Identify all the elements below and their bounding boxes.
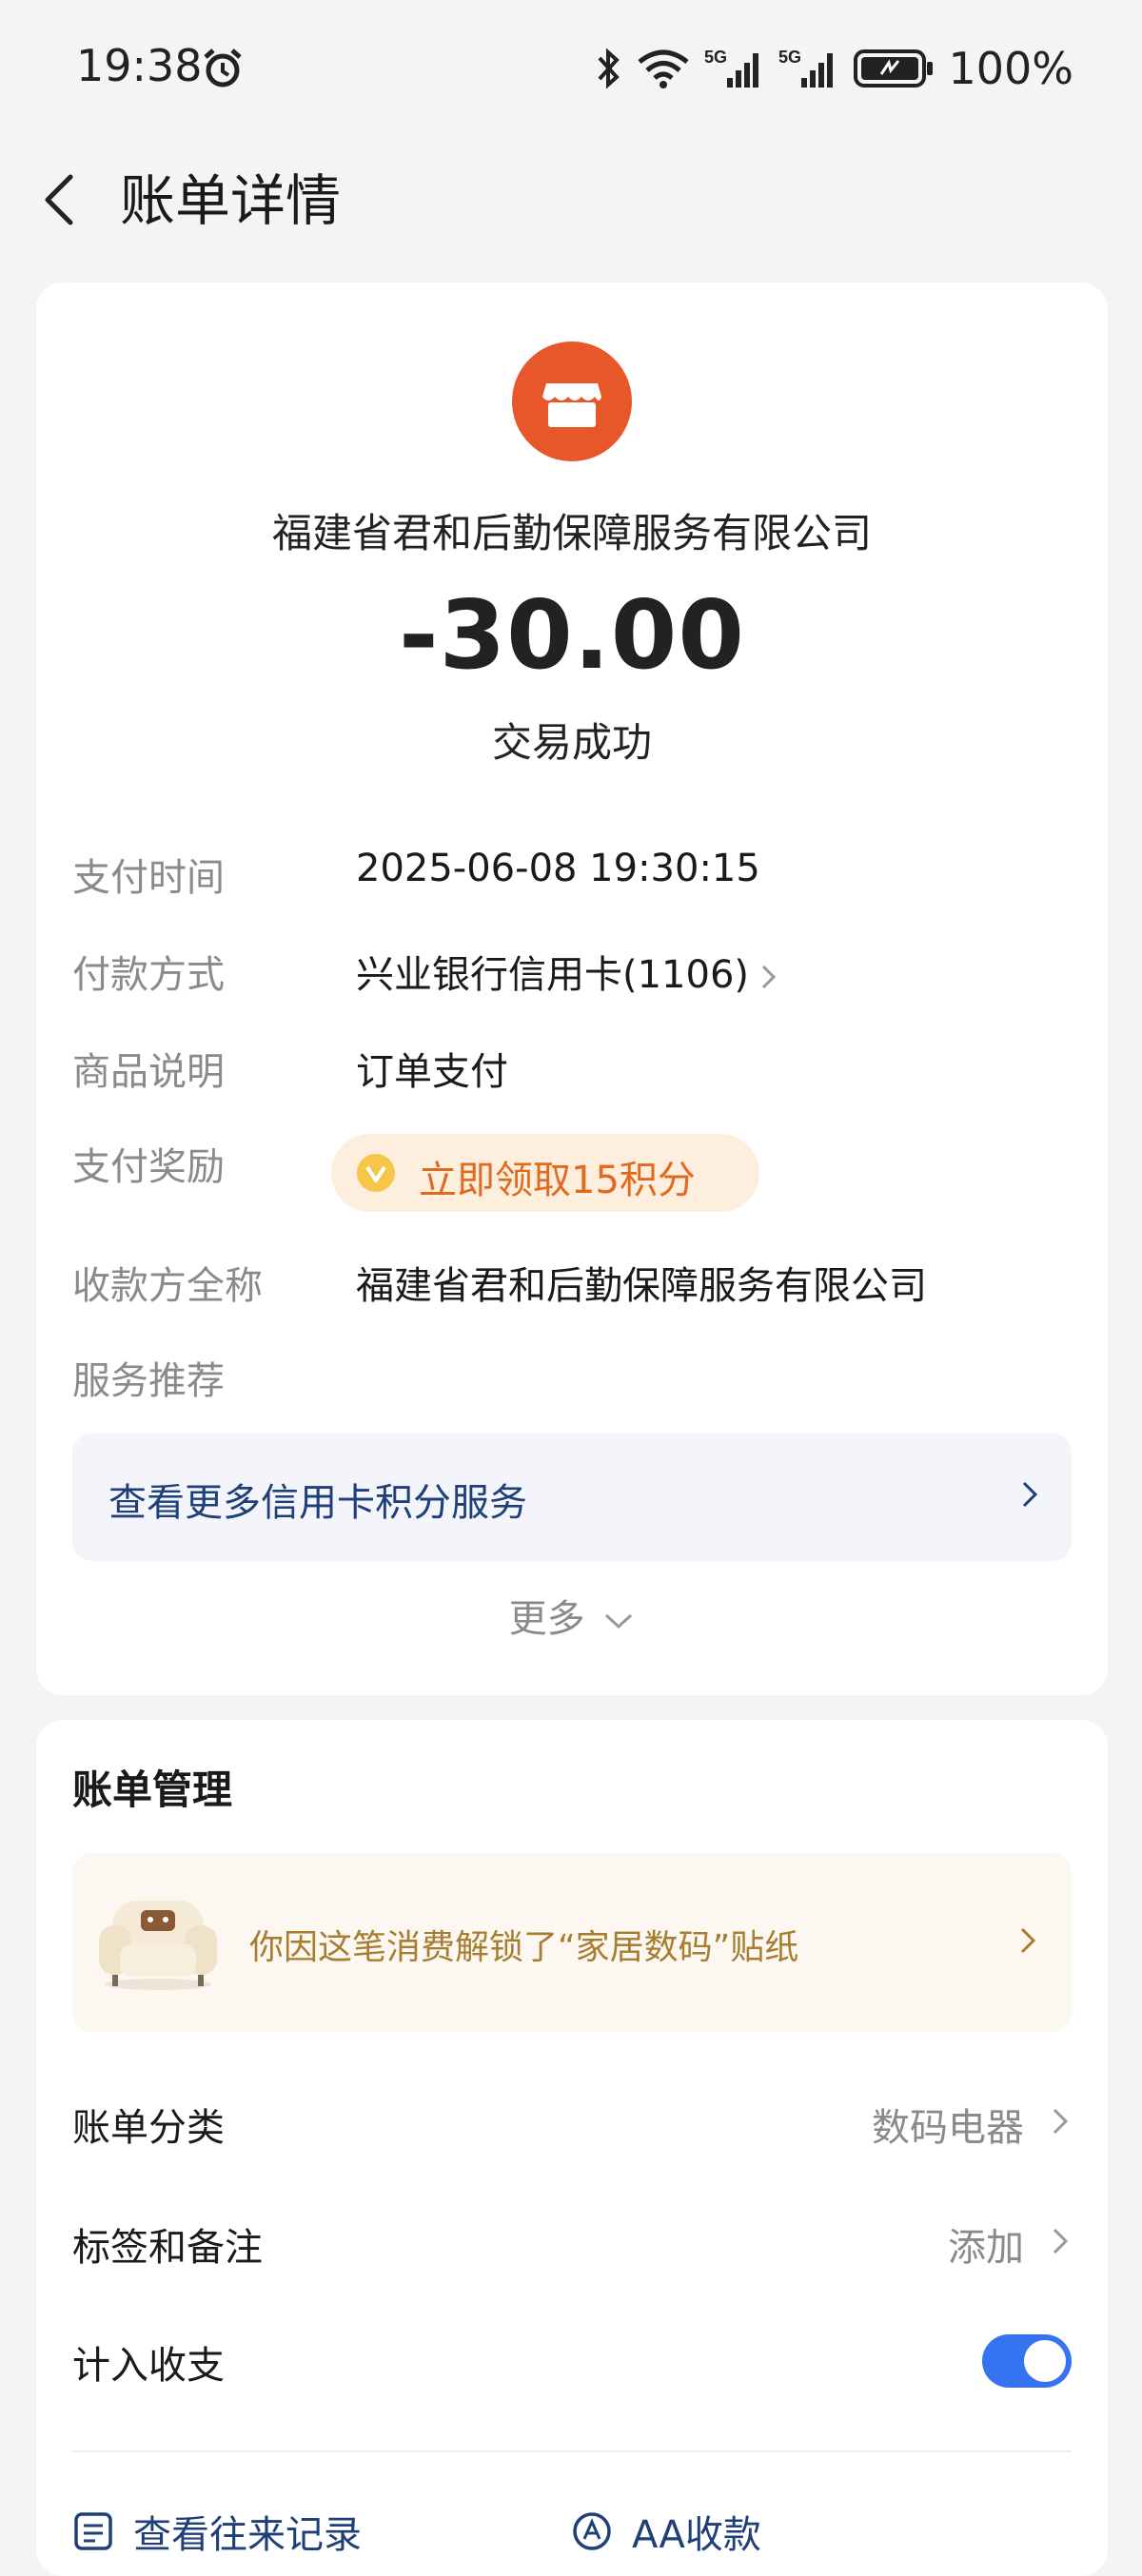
signal-5g-icon: 5G [704,48,759,88]
sticker-banner[interactable]: 你因这笔消费解锁了“家居数码”贴纸 [72,1853,1072,2032]
header: 账单详情 [0,143,1142,247]
pay-method-link[interactable]: 兴业银行信用卡(1106) [356,944,779,999]
promo-text: 查看更多信用卡积分服务 [108,1481,527,1525]
toggle-knob [1024,2340,1066,2382]
battery-percent: 100% [948,43,1073,94]
section-title: 账单管理 [72,1766,233,1813]
count-in-budget-row: 计入收支 [72,2323,1072,2399]
view-history-label: 查看往来记录 [133,2513,362,2557]
signal-5g-icon: 5G [778,48,834,88]
tags-value: 添加 [948,2226,1024,2270]
svg-text:5G: 5G [778,48,801,67]
tags-label: 标签和备注 [72,2226,263,2270]
more-button[interactable]: 更多 [36,1588,1108,1643]
chevron-right-icon [1022,1481,1038,1508]
sofa-sticker-icon [99,1901,217,1990]
pay-method-label: 付款方式 [72,953,225,997]
reward-text: 立即领取15积分 [419,1159,696,1202]
payee-value: 福建省君和后勤保障服务有限公司 [356,1264,927,1308]
chevron-right-icon [761,965,777,989]
view-history-link[interactable]: 查看往来记录 [72,2504,362,2559]
chevron-down-icon [605,1613,633,1630]
credit-card-points-promo[interactable]: 查看更多信用卡积分服务 [72,1434,1072,1561]
status-time: 19:38 [76,40,203,91]
wifi-icon [638,49,690,88]
sticker-text: 你因这笔消费解锁了“家居数码”贴纸 [249,1928,799,1967]
page-title: 账单详情 [120,168,342,233]
coin-icon [357,1154,395,1192]
chevron-right-icon [1053,2108,1069,2135]
chevron-right-icon [1020,1927,1036,1954]
back-arrow-icon[interactable] [34,162,91,238]
bill-management-card: 账单管理 你因这笔消费解锁了“家居数码”贴纸 账单分类 数码电器 标签和备注 添… [36,1720,1108,2576]
bill-category-row[interactable]: 账单分类 数码电器 [72,2085,1072,2161]
svg-text:5G: 5G [704,48,727,67]
more-label: 更多 [508,1597,585,1641]
tags-notes-row[interactable]: 标签和备注 添加 [72,2205,1072,2281]
pay-time-value: 2025-06-08 19:30:15 [356,847,760,890]
reward-label: 支付奖励 [72,1145,225,1189]
payee-label: 收款方全称 [72,1264,263,1308]
goods-value: 订单支付 [356,1050,508,1094]
battery-icon [854,49,934,88]
status-bar: 19:38 5G 5G 100% [0,0,1142,143]
service-label: 服务推荐 [72,1359,225,1403]
store-icon [512,342,632,461]
status-icons: 5G 5G 100% [594,40,1073,97]
claim-points-button[interactable]: 立即领取15积分 [331,1134,759,1212]
chevron-right-icon [1053,2228,1069,2254]
goods-label: 商品说明 [72,1050,225,1094]
bill-detail-card: 福建省君和后勤保障服务有限公司 -30.00 交易成功 支付时间 2025-06… [36,283,1108,1695]
aa-collect-link[interactable]: AA收款 [571,2504,761,2559]
aa-icon [573,2512,611,2550]
merchant-name: 福建省君和后勤保障服务有限公司 [271,510,872,556]
alarm-icon [204,49,242,88]
transaction-status: 交易成功 [491,719,652,766]
aa-collect-label: AA收款 [632,2513,761,2557]
amount: -30.00 [399,579,745,691]
list-icon [74,2512,112,2550]
count-label: 计入收支 [72,2344,225,2388]
count-in-budget-toggle[interactable] [982,2334,1072,2388]
divider [72,2450,1072,2452]
category-value: 数码电器 [872,2106,1024,2150]
pay-method-value: 兴业银行信用卡(1106) [356,953,750,997]
category-label: 账单分类 [72,2106,225,2150]
bluetooth-icon [598,48,620,89]
pay-time-label: 支付时间 [72,856,225,900]
